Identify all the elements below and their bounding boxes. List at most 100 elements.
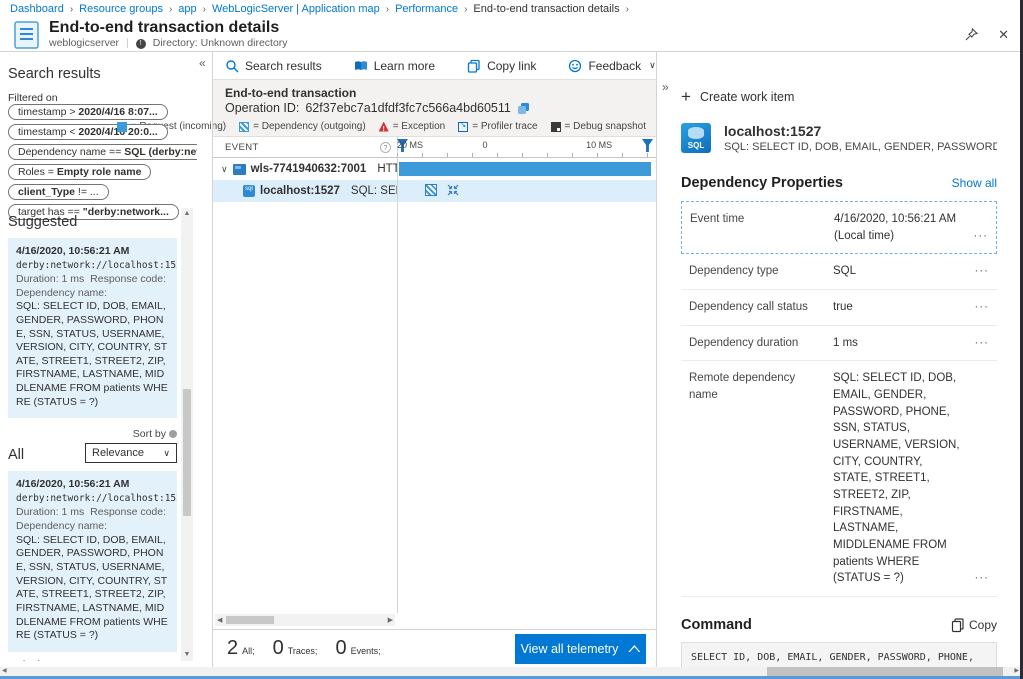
toolbar-button[interactable]: Search results bbox=[225, 59, 330, 73]
breadcrumb-item-wrap: app› bbox=[178, 3, 212, 15]
scroll-left-icon[interactable]: ◀ bbox=[215, 616, 224, 624]
scrollbar-thumb[interactable] bbox=[767, 667, 1002, 676]
sort-select[interactable]: Relevance ∨ bbox=[85, 443, 177, 463]
sort-by-label: Sort by bbox=[133, 428, 166, 440]
legend-item: = Dependency (outgoing) bbox=[239, 121, 366, 132]
property-row[interactable]: Remote dependency name SQL: SELECT ID, D… bbox=[681, 361, 997, 597]
sidebar-title: Search results bbox=[8, 66, 197, 82]
filter-pill[interactable]: timestamp > 2020/4/16 8:07... bbox=[8, 104, 168, 120]
row-menu-icon[interactable] bbox=[963, 299, 989, 316]
row-menu-icon[interactable] bbox=[963, 570, 989, 587]
app-window: Dashboard›Resource groups›app›WebLogicSe… bbox=[0, 0, 1023, 679]
property-row[interactable]: Dependency type SQL bbox=[681, 254, 997, 290]
breadcrumb-item-wrap: Dashboard › bbox=[10, 3, 79, 15]
collapse-panel-icon[interactable]: » bbox=[662, 80, 669, 94]
row-menu-icon[interactable] bbox=[963, 263, 989, 280]
property-row[interactable]: Event time 4/16/2020, 10:56:21 AM (Local… bbox=[681, 201, 997, 254]
timeline-filter-end-icon[interactable] bbox=[642, 139, 653, 152]
sidebar-vertical-scrollbar[interactable]: ▲ ▼ bbox=[181, 208, 193, 661]
collapse-sidebar-icon[interactable]: « bbox=[199, 56, 206, 70]
operation-id-copy-icon[interactable] bbox=[517, 102, 530, 115]
scroll-up-icon[interactable]: ▲ bbox=[184, 208, 191, 220]
legend-marker-icon bbox=[458, 122, 468, 132]
dependency-details-panel: » + Create work item localhost:1527 SQL:… bbox=[656, 52, 1023, 667]
operation-id-label: Operation ID: bbox=[225, 101, 299, 115]
chevron-down-icon[interactable]: ∨ bbox=[221, 164, 228, 175]
collapse-arrows-icon[interactable] bbox=[447, 184, 459, 196]
filter-pill[interactable]: timestamp < 2020/4/16 20:0... bbox=[8, 124, 168, 140]
axis-tick-label: 0 bbox=[482, 140, 487, 150]
request-duration-bar[interactable] bbox=[399, 162, 651, 176]
breadcrumb-separator-icon: › bbox=[169, 4, 172, 15]
pin-icon[interactable] bbox=[965, 28, 978, 41]
filtered-on-label: Filtered on bbox=[8, 92, 58, 104]
row-menu-icon[interactable] bbox=[962, 228, 988, 245]
directory-info-icon: ! bbox=[136, 39, 146, 49]
create-work-item-button[interactable]: + Create work item bbox=[681, 88, 794, 105]
property-row[interactable]: Dependency duration 1 ms bbox=[681, 326, 997, 362]
toolbar-button[interactable]: Feedback ∨ bbox=[568, 59, 655, 73]
breadcrumb-item[interactable]: End-to-end transaction details bbox=[473, 3, 619, 15]
scroll-left-icon[interactable]: ◀ bbox=[2, 667, 7, 676]
dependency-marker-icon[interactable] bbox=[425, 184, 437, 196]
timeline-axis: 0 10 MS 20 MS bbox=[397, 137, 656, 157]
breadcrumb-separator-icon: › bbox=[70, 4, 73, 15]
event-row[interactable]: ∨ localhost:1527 SQL: SELECT ID, DO bbox=[213, 180, 656, 202]
sidebar-collapse-strip: « bbox=[197, 52, 213, 667]
event-rows: ∨ wls-7741940632:7001 HTTP POST bbox=[213, 158, 656, 202]
scroll-right-icon[interactable]: ▶ bbox=[386, 616, 395, 624]
scrollbar-thumb[interactable] bbox=[226, 616, 274, 624]
breadcrumb-item[interactable]: Performance bbox=[395, 3, 458, 15]
event-row[interactable]: ∨ wls-7741940632:7001 HTTP POST bbox=[213, 158, 656, 180]
breadcrumb-item[interactable]: app bbox=[178, 3, 196, 15]
toolbar-button[interactable]: Copy link bbox=[467, 59, 544, 73]
breadcrumb-item-wrap: WebLogicServer | Application map › bbox=[212, 3, 395, 15]
chevron-up-icon bbox=[628, 645, 640, 652]
sort-info-icon bbox=[169, 430, 177, 438]
toolbar-button[interactable]: Learn more bbox=[354, 59, 443, 73]
legend-item: = Profiler trace bbox=[458, 121, 537, 132]
legend-marker-icon bbox=[117, 122, 127, 132]
filter-pill[interactable]: Roles = Empty role name bbox=[8, 164, 151, 180]
page-horizontal-scrollbar[interactable]: ◀ ▶ bbox=[0, 667, 1023, 676]
results-scroll-area: Suggested 4/16/2020, 10:56:21 AM derby:n… bbox=[8, 208, 177, 661]
scroll-down-icon[interactable]: ▼ bbox=[184, 649, 191, 661]
event-column-header: EVENT bbox=[225, 142, 259, 153]
command-text: SELECT ID, DOB, EMAIL, GENDER, PASSWORD,… bbox=[681, 642, 997, 667]
chevron-down-icon: ∨ bbox=[649, 60, 656, 71]
copy-command-button[interactable]: Copy bbox=[951, 618, 997, 632]
event-tree-horizontal-scrollbar[interactable]: ◀ ▶ bbox=[215, 614, 395, 626]
operation-id-value: 62f37ebc7a1dfdf3fc7c566a4bd60511 bbox=[305, 101, 511, 115]
breadcrumb-separator-icon: › bbox=[386, 4, 389, 15]
timeline-divider bbox=[397, 137, 398, 613]
legend-marker-icon bbox=[239, 122, 249, 132]
result-card[interactable]: 4/16/2020, 10:56:21 AM derby:network://l… bbox=[8, 471, 177, 651]
filter-pill[interactable]: client_Type != ... bbox=[8, 184, 109, 200]
result-card[interactable]: 4/16/2020, 10:56:21 AM derby:network://l… bbox=[8, 238, 177, 418]
selected-dependency-subtitle: SQL: SELECT ID, DOB, EMAIL, GENDER, PASS… bbox=[724, 141, 997, 153]
selected-dependency-name: localhost:1527 bbox=[724, 123, 997, 139]
breadcrumb-item[interactable]: WebLogicServer | Application map bbox=[212, 3, 380, 15]
search-results-sidebar: Search results Filtered on timestamp > 2… bbox=[0, 52, 197, 667]
view-all-telemetry-button[interactable]: View all telemetry bbox=[515, 634, 646, 664]
breadcrumb-item-wrap: Performance› bbox=[395, 3, 473, 15]
toolbar-button-icon bbox=[225, 59, 239, 73]
scrollbar-thumb[interactable] bbox=[183, 389, 191, 516]
breadcrumb-item[interactable]: Dashboard bbox=[10, 3, 64, 15]
toolbar-button-icon bbox=[467, 59, 481, 73]
property-row[interactable]: Dependency call status true bbox=[681, 290, 997, 326]
transaction-header: End-to-end transaction Operation ID: 62f… bbox=[213, 79, 656, 137]
timeline-help-icon[interactable]: ? bbox=[380, 142, 391, 153]
result-card[interactable]: 4/16/2020, 8:01:38 PM derby:network://lo… bbox=[8, 652, 177, 661]
toolbar-button-icon bbox=[568, 59, 582, 73]
page-title: End-to-end transaction details bbox=[49, 19, 288, 37]
show-all-link[interactable]: Show all bbox=[952, 176, 997, 190]
telemetry-count: 0 Events; bbox=[335, 637, 380, 660]
scroll-right-icon[interactable]: ▶ bbox=[1014, 667, 1019, 676]
legend-item: = Debug snapshot bbox=[551, 121, 646, 132]
close-icon[interactable]: ✕ bbox=[998, 27, 1009, 43]
row-menu-icon[interactable] bbox=[963, 335, 989, 352]
suggested-heading: Suggested bbox=[8, 214, 177, 230]
breadcrumb-item[interactable]: Resource groups bbox=[79, 3, 163, 15]
filter-pill[interactable]: Dependency name == SQL (derby:net... bbox=[8, 144, 197, 160]
